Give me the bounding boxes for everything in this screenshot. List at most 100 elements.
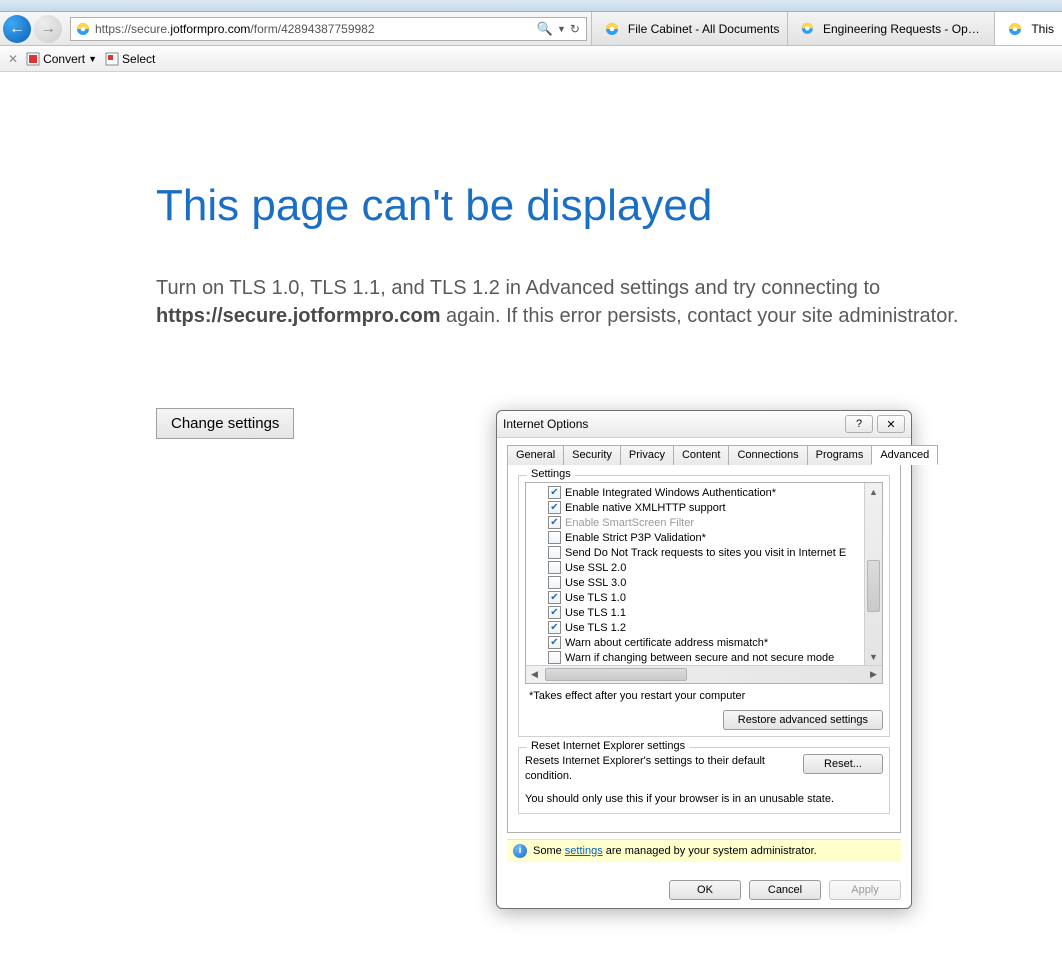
- pdf-toolbar: ✕ Convert ▼ Select: [0, 46, 1062, 72]
- reset-button[interactable]: Reset...: [803, 754, 883, 774]
- restart-note: *Takes effect after you restart your com…: [529, 690, 883, 702]
- close-button[interactable]: ✕: [877, 415, 905, 433]
- settings-item-label: Use TLS 1.2: [565, 622, 626, 634]
- checkbox[interactable]: ✔: [548, 591, 561, 604]
- checkbox[interactable]: ✔: [548, 621, 561, 634]
- browser-tab[interactable]: Engineering Requests - Open It...: [787, 12, 994, 45]
- checkbox[interactable]: [548, 561, 561, 574]
- convert-button[interactable]: Convert ▼: [26, 52, 97, 66]
- tab-label: This: [1031, 22, 1054, 36]
- checkbox[interactable]: ✔: [548, 486, 561, 499]
- browser-tab[interactable]: File Cabinet - All Documents: [591, 12, 787, 45]
- settings-item[interactable]: ✔Enable Integrated Windows Authenticatio…: [548, 485, 848, 500]
- pdf-icon: [26, 52, 40, 66]
- scroll-thumb[interactable]: [867, 560, 880, 612]
- toolbar-close-icon[interactable]: ✕: [8, 52, 18, 66]
- checkbox[interactable]: ✔: [548, 636, 561, 649]
- dialog-tab-advanced[interactable]: Advanced: [871, 445, 938, 465]
- dialog-title: Internet Options: [503, 417, 841, 431]
- dialog-footer: OK Cancel Apply: [497, 872, 911, 908]
- settings-item[interactable]: Send Do Not Track requests to sites you …: [548, 545, 848, 560]
- settings-item[interactable]: Use SSL 3.0: [548, 575, 848, 590]
- settings-item[interactable]: Warn if changing between secure and not …: [548, 650, 848, 665]
- cancel-button[interactable]: Cancel: [749, 880, 821, 900]
- dialog-tab-security[interactable]: Security: [563, 445, 621, 465]
- ie-icon: [800, 21, 815, 37]
- settings-item-label: Send Do Not Track requests to sites you …: [565, 547, 846, 559]
- search-dropdown-icon[interactable]: ▼: [557, 24, 566, 34]
- reset-warning: You should only use this if your browser…: [525, 792, 883, 807]
- dialog-tab-connections[interactable]: Connections: [728, 445, 807, 465]
- horizontal-scrollbar[interactable]: ◀ ▶: [526, 665, 882, 683]
- ok-button[interactable]: OK: [669, 880, 741, 900]
- reset-fieldset: Reset Internet Explorer settings Resets …: [518, 747, 890, 814]
- checkbox[interactable]: ✔: [548, 501, 561, 514]
- settings-item[interactable]: Use SSL 2.0: [548, 560, 848, 575]
- dialog-titlebar[interactable]: Internet Options ? ✕: [497, 411, 911, 438]
- back-button[interactable]: ←: [3, 15, 31, 43]
- checkbox[interactable]: [548, 576, 561, 589]
- settings-item[interactable]: ✔ Enable native XMLHTTP support: [548, 500, 848, 515]
- settings-item-label: Use SSL 2.0: [565, 562, 626, 574]
- browser-navbar: ← → https://secure.jotformpro.com/form/4…: [0, 12, 1062, 46]
- settings-legend: Settings: [527, 468, 575, 480]
- info-bar: i Some settings are managed by your syst…: [507, 839, 901, 862]
- dialog-tab-privacy[interactable]: Privacy: [620, 445, 674, 465]
- settings-item-label: Use TLS 1.1: [565, 607, 626, 619]
- ie-icon: [75, 21, 91, 37]
- checkbox: ✔: [548, 516, 561, 529]
- internet-options-dialog: Internet Options ? ✕ GeneralSecurityPriv…: [496, 410, 912, 909]
- advanced-tab-panel: Settings ✔Enable Integrated Windows Auth…: [507, 465, 901, 833]
- select-icon: [105, 52, 119, 66]
- info-icon: i: [513, 844, 527, 858]
- apply-button[interactable]: Apply: [829, 880, 901, 900]
- arrow-left-icon: ←: [9, 20, 25, 38]
- ie-icon: [604, 21, 620, 37]
- settings-item-label: Enable SmartScreen Filter: [565, 517, 694, 529]
- scroll-down-icon[interactable]: ▼: [865, 648, 882, 665]
- settings-item[interactable]: ✔ Warn about certificate address mismatch…: [548, 635, 848, 650]
- refresh-icon[interactable]: ↻: [570, 22, 580, 36]
- dialog-tab-content[interactable]: Content: [673, 445, 730, 465]
- settings-item[interactable]: Enable Strict P3P Validation*: [548, 530, 848, 545]
- change-settings-button[interactable]: Change settings: [156, 408, 294, 439]
- checkbox[interactable]: [548, 651, 561, 664]
- forward-button[interactable]: →: [34, 15, 62, 43]
- dialog-tabstrip: GeneralSecurityPrivacyContentConnections…: [507, 444, 901, 465]
- scroll-up-icon[interactable]: ▲: [865, 483, 882, 500]
- info-settings-link[interactable]: settings: [565, 845, 603, 857]
- page-title: This page can't be displayed: [156, 182, 1062, 230]
- search-icon[interactable]: 🔍: [537, 21, 553, 37]
- settings-item-label: Warn about certificate address mismatch*: [565, 637, 768, 649]
- restore-advanced-button[interactable]: Restore advanced settings: [723, 710, 883, 730]
- arrow-right-icon: →: [40, 20, 56, 38]
- settings-item-label: Enable native XMLHTTP support: [565, 502, 726, 514]
- dialog-tab-general[interactable]: General: [507, 445, 564, 465]
- addr-tools: 🔍 ▼ ↻: [531, 21, 586, 37]
- settings-item: ✔ Enable SmartScreen Filter: [548, 515, 848, 530]
- convert-label: Convert: [43, 52, 85, 66]
- error-page: This page can't be displayed Turn on TLS…: [0, 72, 1062, 439]
- chevron-down-icon: ▼: [88, 54, 97, 64]
- reset-legend: Reset Internet Explorer settings: [527, 740, 689, 752]
- settings-fieldset: Settings ✔Enable Integrated Windows Auth…: [518, 475, 890, 737]
- settings-item[interactable]: ✔ Use TLS 1.1: [548, 605, 848, 620]
- settings-item-label: Use TLS 1.0: [565, 592, 626, 604]
- checkbox[interactable]: ✔: [548, 606, 561, 619]
- hscroll-thumb[interactable]: [545, 668, 687, 681]
- checkbox[interactable]: [548, 546, 561, 559]
- browser-tab[interactable]: This: [994, 12, 1062, 45]
- settings-item[interactable]: ✔ Use TLS 1.0: [548, 590, 848, 605]
- settings-listbox[interactable]: ✔Enable Integrated Windows Authenticatio…: [525, 482, 883, 684]
- scroll-right-icon[interactable]: ▶: [865, 666, 882, 683]
- ie-icon: [1007, 21, 1023, 37]
- help-button[interactable]: ?: [845, 415, 873, 433]
- select-button[interactable]: Select: [105, 52, 155, 66]
- checkbox[interactable]: [548, 531, 561, 544]
- dialog-tab-programs[interactable]: Programs: [807, 445, 873, 465]
- scroll-left-icon[interactable]: ◀: [526, 666, 543, 683]
- settings-item[interactable]: ✔ Use TLS 1.2: [548, 620, 848, 635]
- vertical-scrollbar[interactable]: ▲ ▼: [864, 483, 882, 665]
- address-bar[interactable]: https://secure.jotformpro.com/form/42894…: [70, 17, 587, 41]
- settings-item-label: Enable Strict P3P Validation*: [565, 532, 706, 544]
